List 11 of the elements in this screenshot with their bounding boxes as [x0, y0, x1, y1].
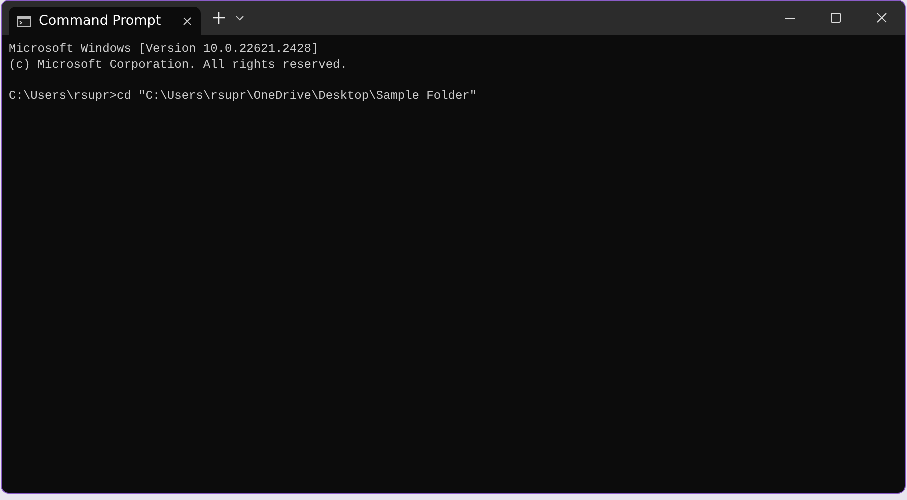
console-line: Microsoft Windows [Version 10.0.22621.2428]: [9, 42, 319, 58]
maximize-icon: [831, 13, 841, 23]
close-icon: [182, 16, 192, 26]
console-line: (c) Microsoft Corporation. All rights reserved.: [9, 58, 348, 73]
plus-icon: [213, 12, 225, 24]
console-line: C:\Users\rsupr>cd "C:\Users\rsupr\OneDrive\Desktop\Sample Folder": [9, 88, 478, 104]
tab[interactable]: Command Prompt: [9, 7, 201, 35]
close-tab-button[interactable]: [181, 15, 193, 27]
close-icon: [877, 13, 887, 23]
terminal-icon: [17, 16, 31, 26]
chevron-down-icon: [236, 16, 244, 20]
